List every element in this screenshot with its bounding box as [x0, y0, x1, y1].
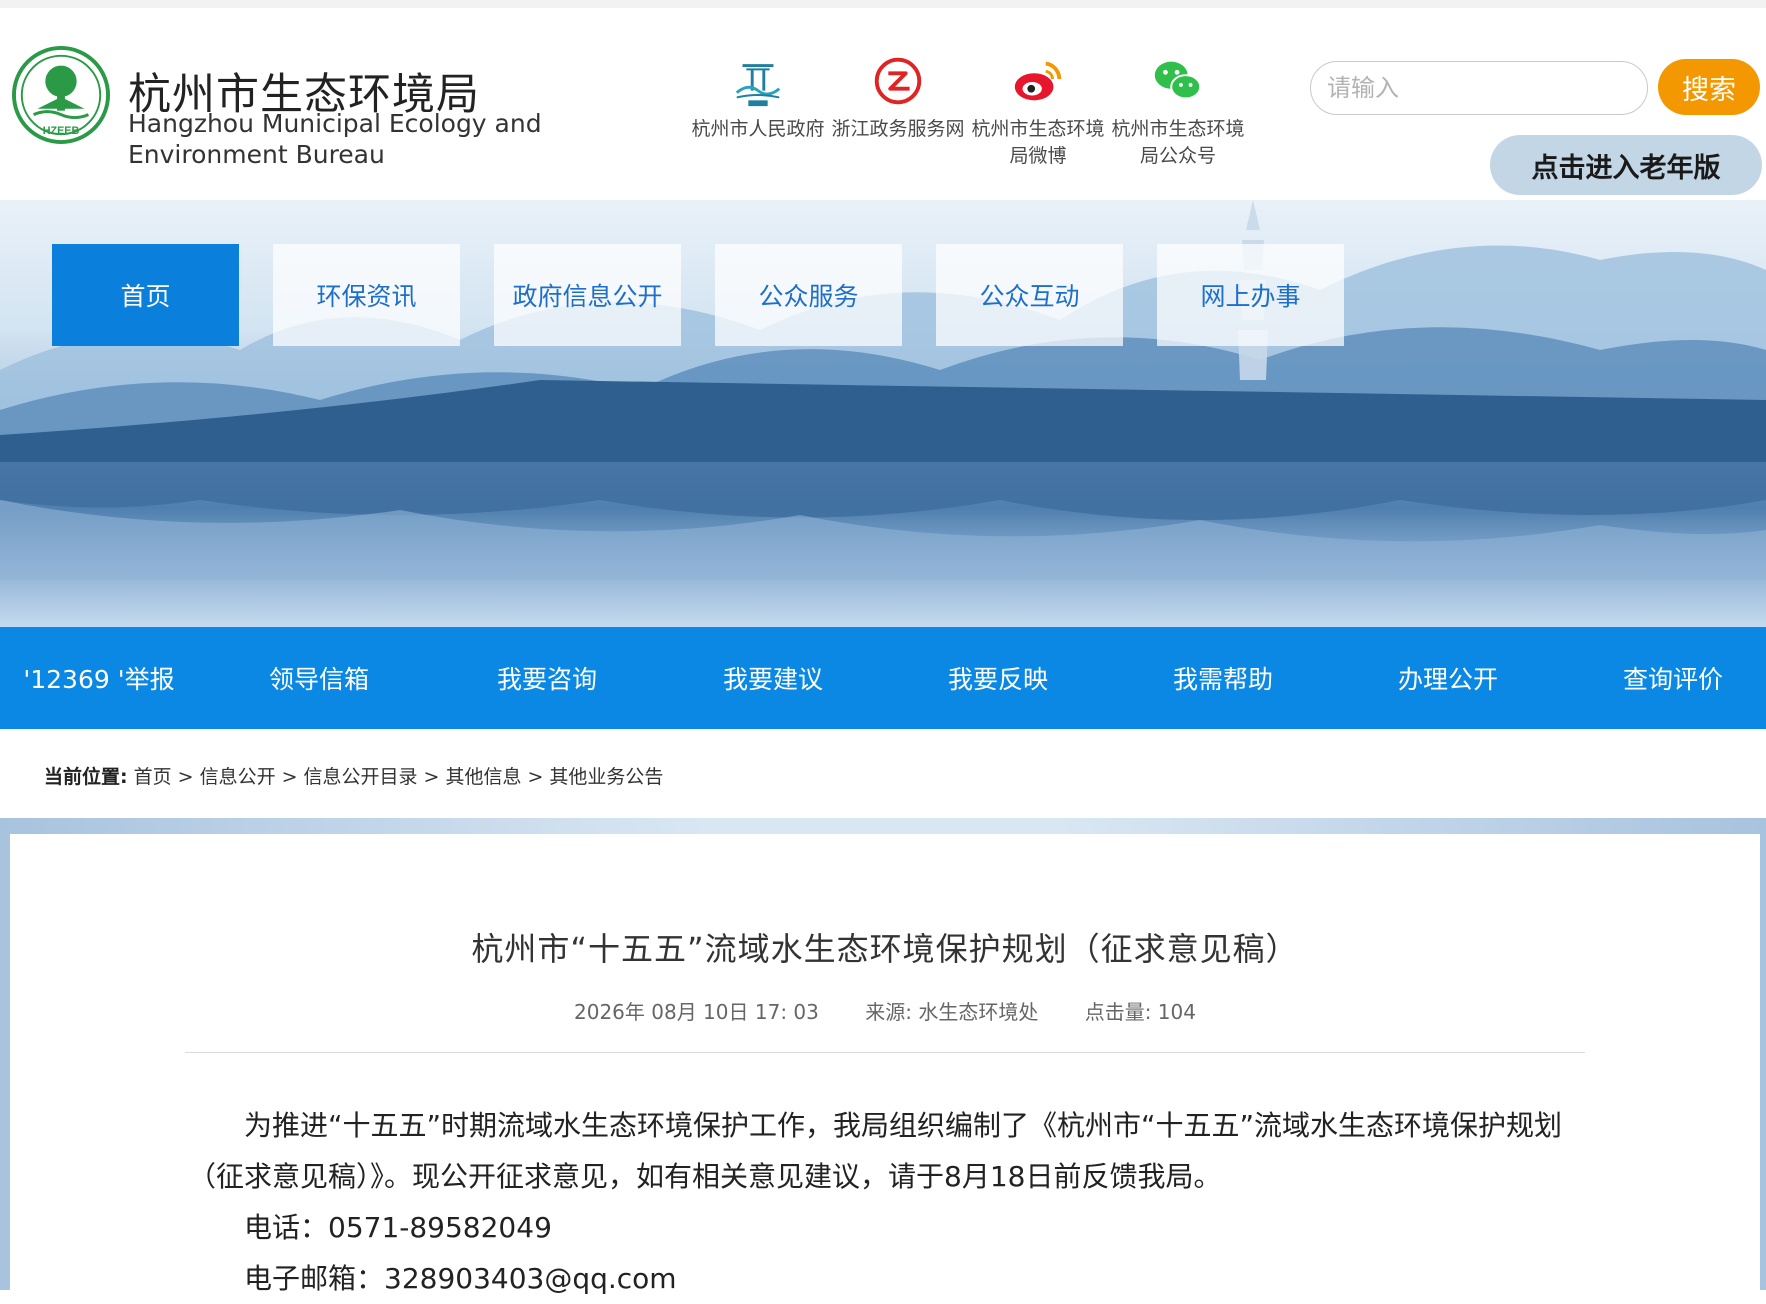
breadcrumb-separator: >	[177, 766, 194, 788]
top-strip	[0, 0, 1766, 8]
service-item-help[interactable]: 我需帮助	[1138, 627, 1308, 729]
service-bar: '12369 '举报 领导信箱 我要咨询 我要建议 我要反映 我需帮助 办理公开…	[0, 627, 1766, 729]
bureau-logo-icon[interactable]: HZEEB	[12, 46, 110, 144]
quicklink-zhejiang-service[interactable]: 浙江政务服务网	[828, 52, 968, 143]
breadcrumb-separator: >	[527, 766, 544, 788]
breadcrumb: 当前位置: 首页 > 信息公开 > 信息公开目录 > 其他信息 > 其他业务公告	[44, 762, 663, 789]
breadcrumb-item-other-info[interactable]: 其他信息	[445, 766, 521, 788]
logo-text: HZEEB	[43, 125, 80, 137]
article-background: 杭州市“十五五”流域水生态环境保护规划（征求意见稿） 2026年 08月 10日…	[0, 818, 1766, 1295]
service-item-query-evaluate[interactable]: 查询评价	[1588, 627, 1758, 729]
site-header: HZEEB 杭州市生态环境局 Hangzhou Municipal Ecolog…	[0, 8, 1766, 200]
quicklink-label: 杭州市生态环境局公众号	[1111, 118, 1245, 167]
article-meta: 2026年 08月 10日 17: 03 来源: 水生态环境处 点击量: 104	[10, 996, 1760, 1025]
banner: 首页 环保资讯 政府信息公开 公众服务 公众互动 网上办事	[0, 200, 1766, 627]
article-paragraph: 为推进“十五五”时期流域水生态环境保护工作，我局组织编制了《杭州市“十五五”流域…	[188, 1109, 1563, 1193]
hangzhou-gov-icon	[735, 64, 781, 107]
service-item-report-issue[interactable]: 我要反映	[913, 627, 1083, 729]
article-click-count: 点击量: 104	[1084, 1000, 1196, 1024]
article-body: 为推进“十五五”时期流域水生态环境保护工作，我局组织编制了《杭州市“十五五”流域…	[188, 1100, 1588, 1304]
breadcrumb-separator: >	[423, 766, 440, 788]
breadcrumb-label: 当前位置:	[44, 766, 128, 788]
article-source: 来源: 水生态环境处	[865, 1000, 1039, 1024]
service-item-12369-report[interactable]: '12369 '举报	[14, 627, 184, 729]
nav-item-home[interactable]: 首页	[52, 244, 239, 346]
search-button[interactable]: 搜索	[1658, 59, 1760, 115]
zhejiang-service-icon	[874, 57, 922, 105]
wechat-icon	[1154, 61, 1202, 100]
quicklink-label: 杭州市生态环境局微博	[971, 118, 1105, 167]
nav-item-online-services[interactable]: 网上办事	[1157, 244, 1344, 346]
article-date: 2026年 08月 10日 17: 03	[574, 1000, 819, 1024]
service-item-suggest[interactable]: 我要建议	[688, 627, 858, 729]
service-item-consult[interactable]: 我要咨询	[462, 627, 632, 729]
quicklink-weibo[interactable]: 杭州市生态环境局微博	[968, 52, 1108, 170]
nav-item-public-interaction[interactable]: 公众互动	[936, 244, 1123, 346]
article-email: 电子邮箱：328903403@qq.com	[244, 1262, 677, 1295]
quicklink-label: 杭州市人民政府	[691, 118, 825, 140]
breadcrumb-item-other-announcements[interactable]: 其他业务公告	[549, 766, 663, 788]
nav-item-gov-info[interactable]: 政府信息公开	[494, 244, 681, 346]
quicklink-wechat[interactable]: 杭州市生态环境局公众号	[1108, 52, 1248, 170]
article-phone: 电话：0571-89582049	[244, 1211, 552, 1244]
nav-item-public-service[interactable]: 公众服务	[715, 244, 902, 346]
breadcrumb-item-info-disclosure[interactable]: 信息公开	[200, 766, 276, 788]
breadcrumb-item-home[interactable]: 首页	[134, 766, 172, 788]
weibo-icon	[1014, 61, 1062, 101]
site-name-en: Hangzhou Municipal Ecology and Environme…	[128, 109, 542, 169]
elder-version-button[interactable]: 点击进入老年版	[1490, 135, 1762, 195]
nav-item-env-news[interactable]: 环保资讯	[273, 244, 460, 346]
breadcrumb-item-info-catalog[interactable]: 信息公开目录	[304, 766, 418, 788]
article-card: 杭州市“十五五”流域水生态环境保护规划（征求意见稿） 2026年 08月 10日…	[10, 834, 1760, 1295]
service-item-handling-public[interactable]: 办理公开	[1363, 627, 1533, 729]
article-divider	[185, 1052, 1585, 1053]
quicklink-hangzhou-gov[interactable]: 杭州市人民政府	[688, 52, 828, 143]
quicklink-label: 浙江政务服务网	[831, 118, 965, 140]
article-title: 杭州市“十五五”流域水生态环境保护规划（征求意见稿）	[471, 930, 1299, 968]
service-item-leader-mailbox[interactable]: 领导信箱	[234, 627, 404, 729]
breadcrumb-separator: >	[281, 766, 298, 788]
search-input[interactable]	[1310, 61, 1648, 115]
